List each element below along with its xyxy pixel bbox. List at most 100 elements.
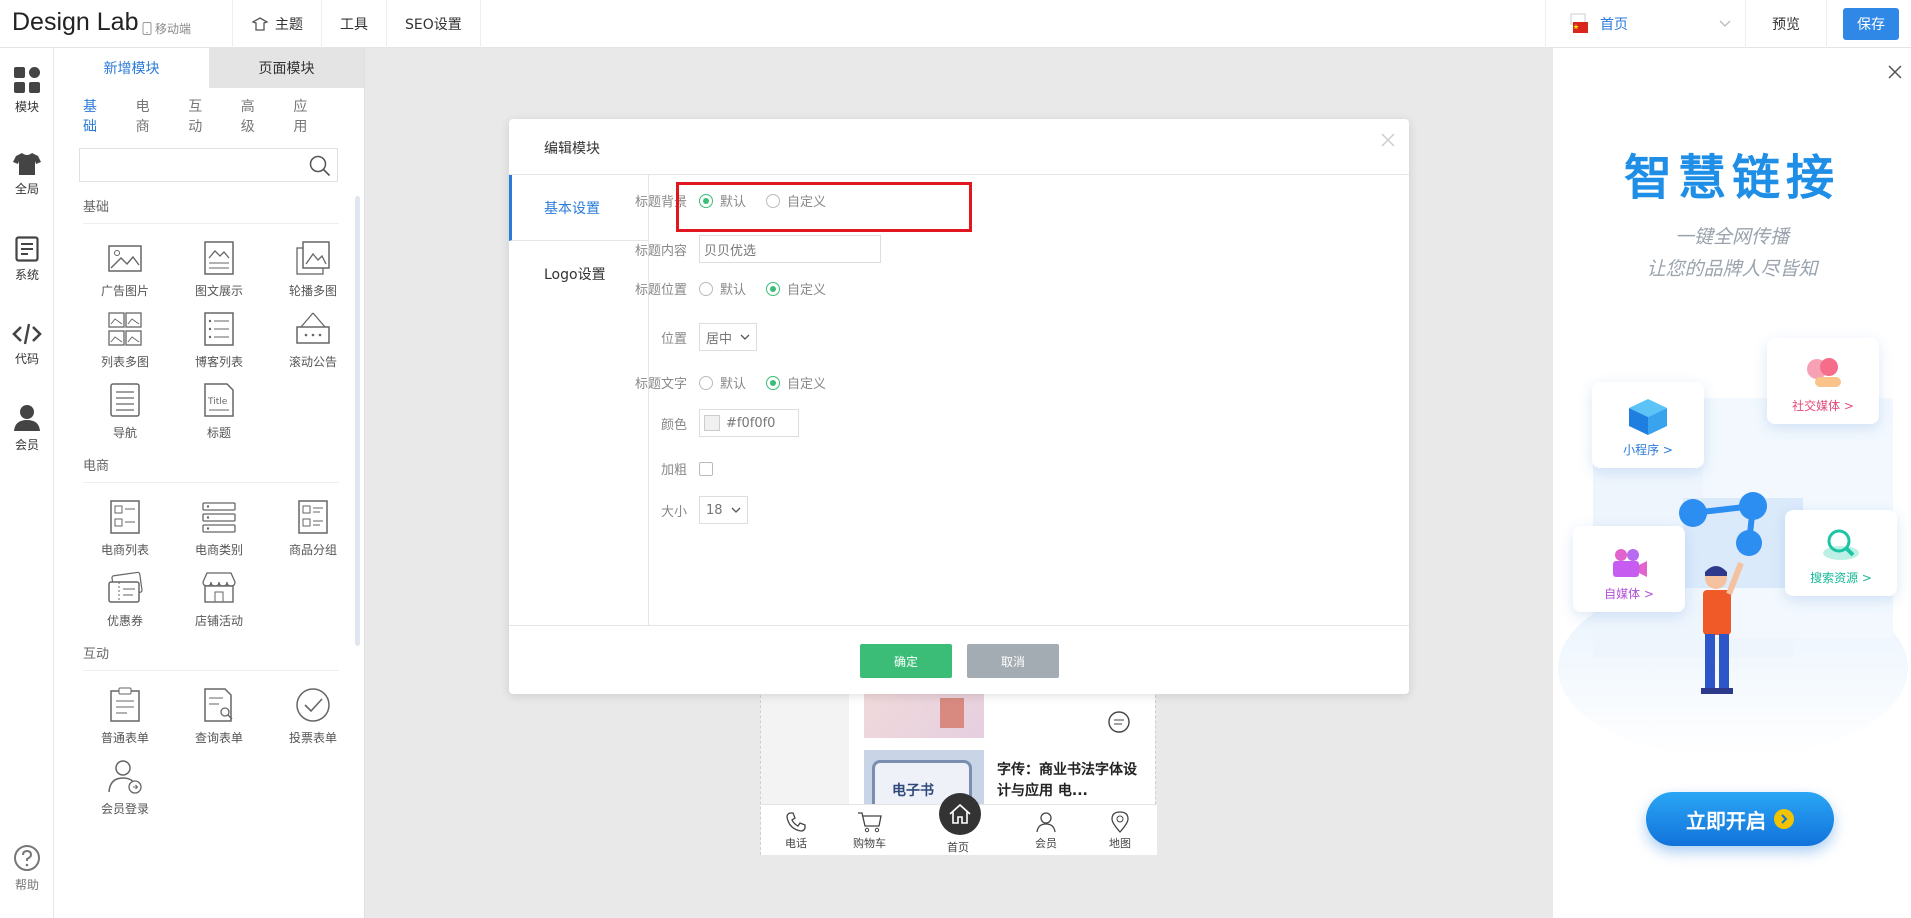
top-bar: Design Lab 移动端 主题 工具 SEO设置 首页 预览 保存 xyxy=(0,0,1911,48)
bottom-nav-home[interactable]: 首页 xyxy=(947,839,969,855)
module-label: 电商类别 xyxy=(194,543,243,557)
radio-text-custom[interactable]: 自定义 xyxy=(766,373,826,392)
title-icon: Title xyxy=(204,383,234,417)
panel-scrollbar[interactable] xyxy=(355,196,360,646)
close-icon[interactable] xyxy=(1381,133,1395,147)
bottom-nav-label: 会员 xyxy=(1035,837,1057,850)
search-icon[interactable] xyxy=(309,155,331,177)
rail-item-code[interactable]: 代码 xyxy=(0,322,54,367)
nav-tools[interactable]: 工具 xyxy=(321,0,386,48)
module-query-form[interactable]: 查询表单 xyxy=(172,685,266,746)
module-label: 店铺活动 xyxy=(194,614,243,628)
article-title[interactable]: 字传：商业书法字体设计与应用 电... xyxy=(997,760,1137,802)
mobile-label: 移动端 xyxy=(155,22,192,36)
blog-list-icon xyxy=(204,312,234,346)
subtab-basic[interactable]: 基础 xyxy=(83,96,109,136)
subtab-apps[interactable]: 应用 xyxy=(293,96,319,136)
ad-card-self-media[interactable]: 自媒体 > xyxy=(1573,526,1685,612)
module-ad-image[interactable]: 广告图片 xyxy=(78,238,172,299)
svg-text:Title: Title xyxy=(207,397,228,407)
rail-label: 代码 xyxy=(14,352,39,366)
module-store-activity[interactable]: 店铺活动 xyxy=(172,568,266,629)
start-now-button[interactable]: 立即开启 xyxy=(1646,792,1834,846)
color-input[interactable]: #f0f0f0 xyxy=(699,409,799,437)
cancel-button[interactable]: 取消 xyxy=(967,644,1059,678)
bottom-nav-map[interactable]: 地图 xyxy=(1109,811,1131,851)
search-cloud-icon xyxy=(1823,529,1859,560)
color-swatch[interactable] xyxy=(704,415,720,431)
ad-subtitle-1: 一键全网传播 xyxy=(1674,226,1789,248)
page-selector[interactable]: 首页 xyxy=(1545,0,1745,48)
check-circle-icon xyxy=(296,688,330,722)
rail-label: 模块 xyxy=(14,100,39,114)
bottom-nav-member[interactable]: 会员 xyxy=(1035,811,1057,851)
confirm-button[interactable]: 确定 xyxy=(860,644,952,678)
module-normal-form[interactable]: 普通表单 xyxy=(78,685,172,746)
label-bold: 加粗 xyxy=(660,463,687,478)
module-member-login[interactable]: 会员登录 xyxy=(78,756,172,817)
bold-checkbox[interactable] xyxy=(699,461,713,476)
brand-logo[interactable]: Design Lab xyxy=(12,8,138,37)
nav-seo[interactable]: SEO设置 xyxy=(386,0,481,48)
module-coupon[interactable]: 优惠券 xyxy=(78,568,172,629)
help-icon xyxy=(13,844,41,872)
row-title-position: 标题位置 默认 自定义 xyxy=(615,279,846,298)
ad-card-mini-program[interactable]: 小程序 > xyxy=(1592,382,1704,468)
title-content-input[interactable]: 贝贝优选 xyxy=(699,235,881,263)
module-label: 标题 xyxy=(206,426,231,440)
radio-position-default[interactable]: 默认 xyxy=(699,279,746,298)
bottom-nav-cart[interactable]: 购物车 xyxy=(853,811,886,851)
module-navigation[interactable]: 导航 xyxy=(78,380,172,441)
bottom-nav-phone[interactable]: 电话 xyxy=(785,811,807,851)
comment-icon[interactable] xyxy=(1107,710,1131,734)
subtab-advanced[interactable]: 高级 xyxy=(241,96,267,136)
preview-button[interactable]: 预览 xyxy=(1745,0,1827,48)
home-icon xyxy=(949,803,971,824)
rail-item-help[interactable]: 帮助 xyxy=(0,844,54,893)
rail-item-modules[interactable]: 模块 xyxy=(0,66,54,115)
module-product-group[interactable]: 商品分组 xyxy=(266,497,360,558)
cube-icon xyxy=(1629,399,1667,435)
ecommerce-module-grid: 电商列表 电商类别 商品分组 优惠券 店铺活动 xyxy=(78,497,364,629)
radio-text-default[interactable]: 默认 xyxy=(699,373,746,392)
module-blog-list[interactable]: 博客列表 xyxy=(172,309,266,370)
section-title-interactive: 互动 xyxy=(83,643,339,671)
ad-subtitle-2: 让您的品牌人尽皆知 xyxy=(1646,258,1818,280)
save-button[interactable]: 保存 xyxy=(1843,8,1899,40)
align-select[interactable]: 居中 xyxy=(699,323,758,351)
module-image-text[interactable]: 图文展示 xyxy=(172,238,266,299)
mobile-switch[interactable]: 移动端 xyxy=(142,20,191,37)
module-label: 查询表单 xyxy=(194,731,243,745)
article-thumb-1[interactable] xyxy=(864,690,984,738)
bottom-nav-home-button[interactable] xyxy=(939,793,981,835)
module-vote-form[interactable]: 投票表单 xyxy=(266,685,360,746)
module-list-images[interactable]: 列表多图 xyxy=(78,309,172,370)
thumb-text: 电子书 xyxy=(892,783,934,799)
rail-item-global[interactable]: 全局 xyxy=(0,152,54,197)
module-scroll-notice[interactable]: 滚动公告 xyxy=(266,309,360,370)
subtab-interactive[interactable]: 互动 xyxy=(188,96,214,136)
module-carousel[interactable]: 轮播多图 xyxy=(266,238,360,299)
ad-card-social-media[interactable]: 社交媒体 > xyxy=(1767,338,1879,424)
ad-card-search-resources[interactable]: 搜索资源 > xyxy=(1785,510,1897,596)
rail-item-system[interactable]: 系统 xyxy=(0,236,54,283)
module-label: 轮播多图 xyxy=(288,284,337,298)
nav-theme[interactable]: 主题 xyxy=(232,0,321,48)
module-search-input[interactable] xyxy=(79,148,338,182)
tab-new-module[interactable]: 新增模块 xyxy=(54,48,209,88)
member-login-icon xyxy=(108,760,142,794)
subtab-ecommerce[interactable]: 电商 xyxy=(136,96,162,136)
rail-item-member[interactable]: 会员 xyxy=(0,404,54,453)
close-icon[interactable] xyxy=(1887,64,1903,80)
module-label: 商品分组 xyxy=(288,543,337,557)
rail-label: 帮助 xyxy=(14,878,39,892)
row-size: 大小 18 xyxy=(615,496,748,524)
module-ecommerce-category[interactable]: 电商类别 xyxy=(172,497,266,558)
bottom-nav-label: 购物车 xyxy=(853,837,886,850)
radio-position-custom[interactable]: 自定义 xyxy=(766,279,826,298)
module-title[interactable]: Title 标题 xyxy=(172,380,266,441)
list-images-icon xyxy=(108,312,142,346)
module-ecommerce-list[interactable]: 电商列表 xyxy=(78,497,172,558)
tab-page-module[interactable]: 页面模块 xyxy=(209,48,364,88)
size-select[interactable]: 18 xyxy=(699,496,748,524)
